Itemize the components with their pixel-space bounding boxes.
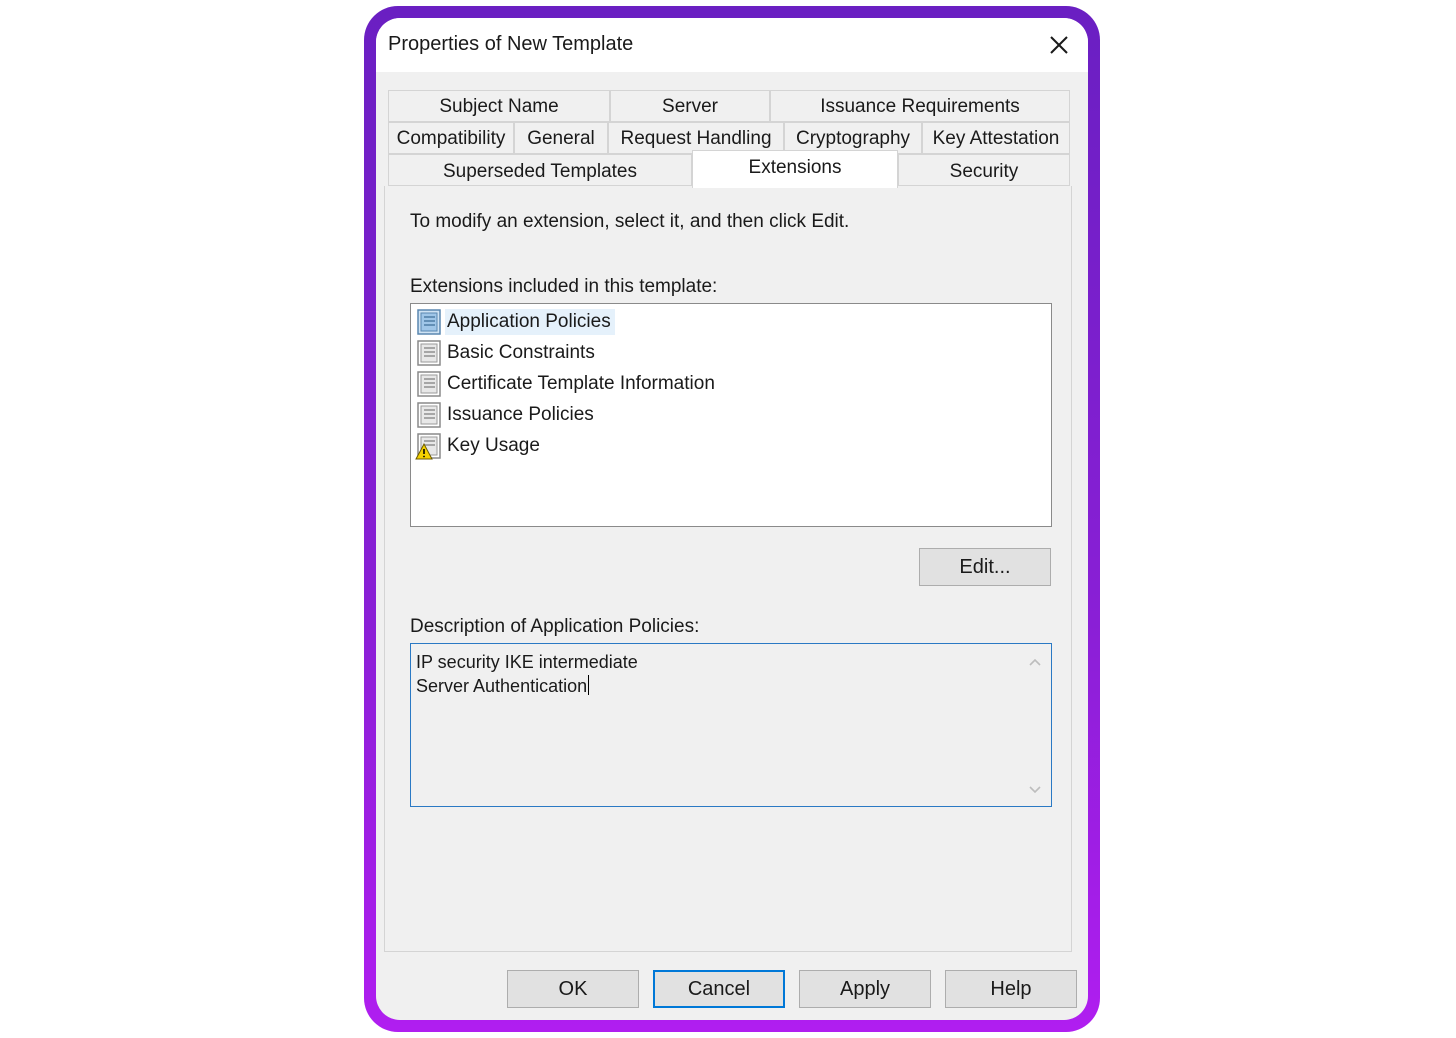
tab-issuance-requirements[interactable]: Issuance Requirements — [770, 90, 1070, 122]
edit-button[interactable]: Edit... — [919, 548, 1051, 586]
extensions-listbox[interactable]: Application Policies Basic Constraints C… — [410, 303, 1052, 527]
extension-icon — [417, 402, 441, 428]
list-item-label: Issuance Policies — [447, 404, 594, 425]
tab-security[interactable]: Security — [898, 154, 1070, 186]
window-title: Properties of New Template — [388, 33, 634, 55]
properties-dialog: Properties of New Template Subject Name … — [376, 18, 1088, 1020]
close-button[interactable] — [1044, 30, 1074, 60]
list-item[interactable]: Key Usage — [415, 432, 544, 460]
ok-button[interactable]: OK — [507, 970, 639, 1008]
extension-icon — [417, 340, 441, 366]
scroll-down-icon[interactable] — [1025, 780, 1045, 800]
tab-general[interactable]: General — [514, 122, 608, 154]
list-item-label: Certificate Template Information — [447, 373, 715, 394]
description-text: IP security IKE intermediate Server Auth… — [416, 650, 638, 698]
instruction-text: To modify an extension, select it, and t… — [410, 211, 850, 232]
extension-icon — [417, 371, 441, 397]
tab-subject-name[interactable]: Subject Name — [388, 90, 610, 122]
description-textbox[interactable]: IP security IKE intermediate Server Auth… — [410, 643, 1052, 807]
list-item[interactable]: Issuance Policies — [415, 401, 598, 429]
description-line: Server Authentication — [416, 676, 588, 696]
list-item-label: Application Policies — [445, 309, 615, 335]
extensions-list-label: Extensions included in this template: — [410, 276, 718, 297]
warning-extension-icon — [415, 433, 441, 460]
help-button[interactable]: Help — [945, 970, 1077, 1008]
tab-compatibility[interactable]: Compatibility — [388, 122, 514, 154]
scroll-up-icon[interactable] — [1025, 652, 1045, 672]
text-caret — [588, 675, 590, 695]
title-bar: Properties of New Template — [376, 18, 1088, 72]
list-item[interactable]: Application Policies — [415, 308, 615, 336]
list-item-label: Basic Constraints — [447, 342, 595, 363]
cancel-button[interactable]: Cancel — [653, 970, 785, 1008]
tab-superseded-templates[interactable]: Superseded Templates — [388, 154, 692, 186]
close-icon — [1050, 36, 1068, 54]
list-item[interactable]: Basic Constraints — [415, 339, 599, 367]
list-item[interactable]: Certificate Template Information — [415, 370, 719, 398]
tab-key-attestation[interactable]: Key Attestation — [922, 122, 1070, 154]
tab-extensions[interactable]: Extensions — [692, 150, 898, 188]
list-item-label: Key Usage — [447, 435, 540, 456]
description-line: IP security IKE intermediate — [416, 652, 638, 672]
extension-icon — [417, 309, 441, 335]
tab-server[interactable]: Server — [610, 90, 770, 122]
apply-button[interactable]: Apply — [799, 970, 931, 1008]
description-label: Description of Application Policies: — [410, 616, 700, 637]
